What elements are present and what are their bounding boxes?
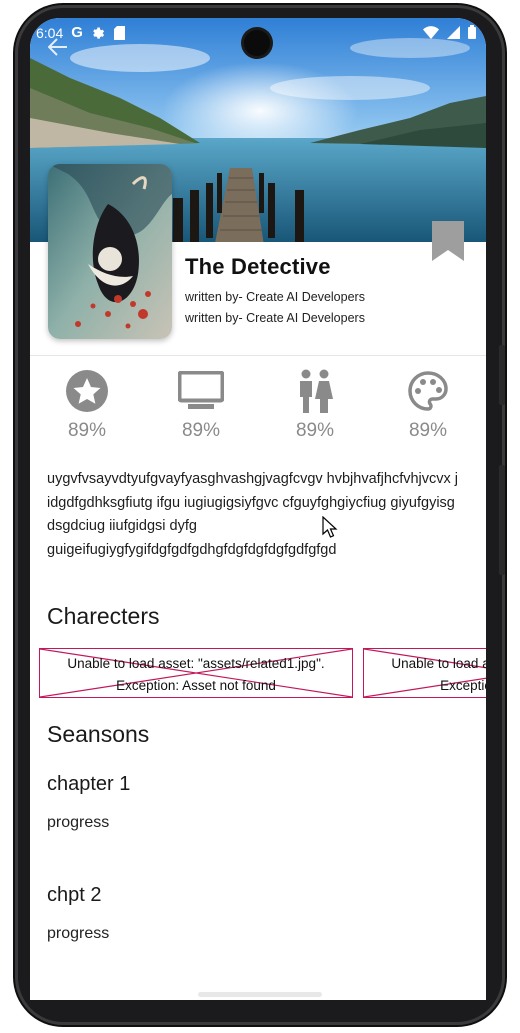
gear-icon [93,27,104,39]
chapter-progress: progress [47,925,110,942]
wifi-icon [423,25,439,39]
stat-value: 89% [408,420,448,441]
power-button [499,465,505,575]
stats-row: 89% 89% 89% 89% [30,368,486,448]
volume-button [499,345,505,405]
book-description: uygvfvsayvdtyufgvayfyasghvashgjvagfcvgv … [47,471,459,558]
character-card-error[interactable]: Unable to load asset: "assets/related1.j… [39,648,353,698]
seasons-heading: Seansons [47,721,150,747]
back-arrow-icon[interactable] [47,38,68,61]
cover-notch [30,318,50,340]
palette-icon [408,371,448,411]
sd-card-icon [113,25,125,40]
people-icon [300,369,333,413]
battery-icon [468,25,476,39]
star-circle-icon [66,370,108,412]
book-cover-image[interactable] [48,164,172,339]
monitor-icon [178,371,224,409]
stat-value: 89% [181,420,221,441]
error-message: Unable to load asset: "assets/related1.j… [67,656,325,671]
character-card-error[interactable]: Unable to load asset: "assets/related1.j… [363,648,486,698]
error-message: Unable to load asset: "assets/related1.j… [391,656,486,671]
error-exception: Exception: Asset not found [116,678,276,693]
stat-views[interactable]: 89% [161,368,241,442]
chapter-progress: progress [47,814,110,831]
google-g-icon: G [71,24,83,41]
stat-value: 89% [295,420,335,441]
chapter-item[interactable]: chpt 2 [47,884,101,907]
stat-audience[interactable]: 89% [275,368,355,442]
signal-icon [447,25,460,39]
error-exception: Exception: Asset not found [440,678,486,693]
stat-value: 89% [67,420,107,441]
mouse-cursor-icon [322,515,338,543]
stat-style[interactable]: 89% [388,368,468,442]
stat-rating[interactable]: 89% [47,368,127,442]
book-title: The Detective [185,254,331,279]
chapter-item[interactable]: chapter 1 [47,773,130,796]
divider [30,355,486,356]
app-screen: 6:04 G The Detective written by- Create … [30,18,486,1000]
bookmark-icon[interactable] [432,221,464,261]
home-gesture-bar[interactable] [198,992,322,997]
author-line: written by- Create AI Developers [185,290,365,304]
characters-heading: Charecters [47,603,160,629]
front-camera [244,30,270,56]
author-line: written by- Create AI Developers [185,311,365,325]
